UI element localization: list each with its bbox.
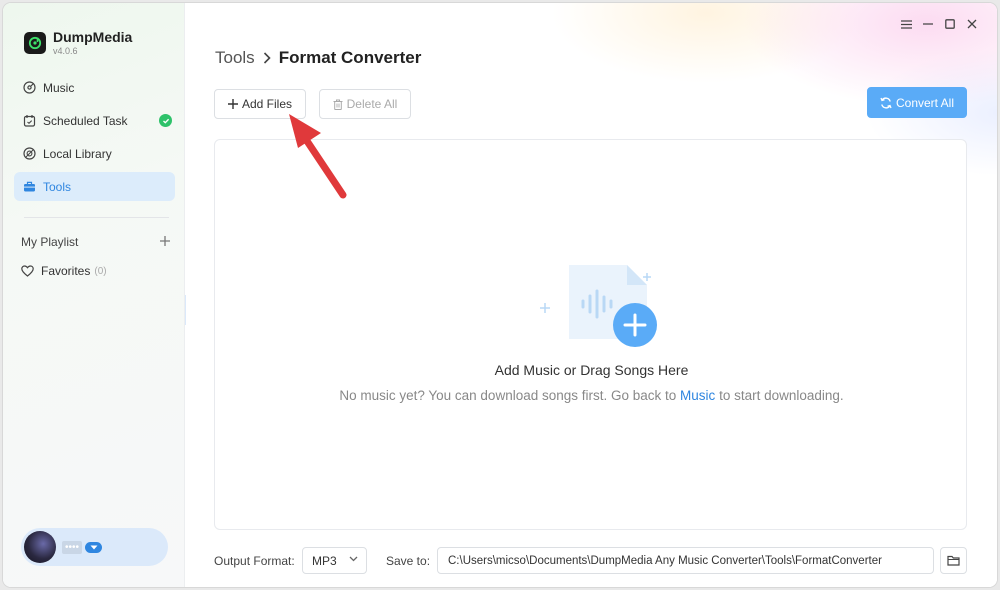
sidebar-item-label: Tools [43,179,72,194]
add-playlist-button[interactable] [159,235,171,249]
app-name: DumpMedia [53,29,133,45]
plus-icon [227,99,238,109]
library-icon [22,147,36,161]
minimize-button[interactable] [921,17,935,31]
sidebar-item-label: Music [43,80,75,95]
app-logo-icon [24,32,46,54]
chevron-right-icon [263,52,271,64]
annotation-arrow-icon [289,114,347,199]
folder-icon [947,555,960,566]
browse-folder-button[interactable] [940,547,967,574]
window-controls [899,17,979,31]
app-window: DumpMedia v4.0.6 Music Scheduled Task Lo… [3,3,997,587]
check-circle-icon [159,114,172,127]
output-settings-bar: Output Format: MP3 Save to: C:\Users\mic… [214,547,967,575]
menu-button[interactable] [899,17,913,31]
playlist-header: My Playlist [21,235,171,249]
save-path-field[interactable]: C:\Users\micso\Documents\DumpMedia Any M… [437,547,934,574]
avatar [24,531,56,563]
favorites-count: (0) [94,265,107,277]
sidebar-item-music[interactable]: Music [14,73,175,102]
close-icon [967,19,977,29]
main-panel: Tools Format Converter Add Files Delete … [186,3,997,587]
sidebar-item-local-library[interactable]: Local Library [14,139,175,168]
sidebar-item-label: Local Library [43,146,112,161]
music-link[interactable]: Music [680,388,715,403]
page-title: Format Converter [278,48,422,67]
brand: DumpMedia v4.0.6 [24,29,132,57]
playlist-header-label: My Playlist [21,235,79,249]
drop-zone-subtitle: No music yet? You can download songs fir… [215,388,968,403]
favorites-label: Favorites [41,264,91,278]
sidebar-divider [24,217,169,218]
output-format-select[interactable]: MP3 [302,547,367,574]
save-to-label: Save to: [386,554,431,568]
heart-icon [21,265,34,277]
breadcrumb-root[interactable]: Tools [215,48,255,68]
output-format-value: MP3 [312,553,337,568]
refresh-icon [880,96,892,109]
save-path-value: C:\Users\micso\Documents\DumpMedia Any M… [448,554,882,567]
sidebar-item-scheduled-task[interactable]: Scheduled Task [14,106,175,135]
toolbox-icon [22,180,36,194]
close-button[interactable] [965,17,979,31]
chevron-down-icon[interactable] [85,541,103,553]
user-account[interactable]: •••• [21,528,168,566]
sidebar-item-label: Scheduled Task [43,113,128,128]
breadcrumb: Tools Format Converter [215,48,421,68]
calendar-icon [22,114,36,128]
add-music-illustration-icon [515,265,665,355]
sidebar-nav: Music Scheduled Task Local Library Tools [14,73,175,205]
sidebar-item-favorites[interactable]: Favorites (0) [21,264,107,278]
drop-zone-subtitle-text-end: to start downloading. [715,388,844,403]
add-files-label: Add Files [241,97,293,111]
sidebar: DumpMedia v4.0.6 Music Scheduled Task Lo… [3,3,185,587]
minimize-icon [923,23,933,25]
sidebar-item-tools[interactable]: Tools [14,172,175,201]
convert-all-label: Convert All [895,95,955,110]
drop-zone-title: Add Music or Drag Songs Here [494,362,689,378]
menu-icon [900,19,912,29]
chevron-down-icon [349,556,358,562]
convert-all-button[interactable]: Convert All [867,87,967,118]
maximize-icon [945,19,955,29]
trash-icon [333,99,343,110]
user-name: •••• [62,540,83,554]
plus-icon [160,236,170,246]
app-version: v4.0.6 [53,46,78,56]
output-format-label: Output Format: [214,554,295,568]
delete-all-label: Delete All [346,97,398,111]
drop-zone-subtitle-text: No music yet? You can download songs fir… [339,388,681,403]
music-disc-icon [22,81,36,95]
maximize-button[interactable] [943,17,957,31]
